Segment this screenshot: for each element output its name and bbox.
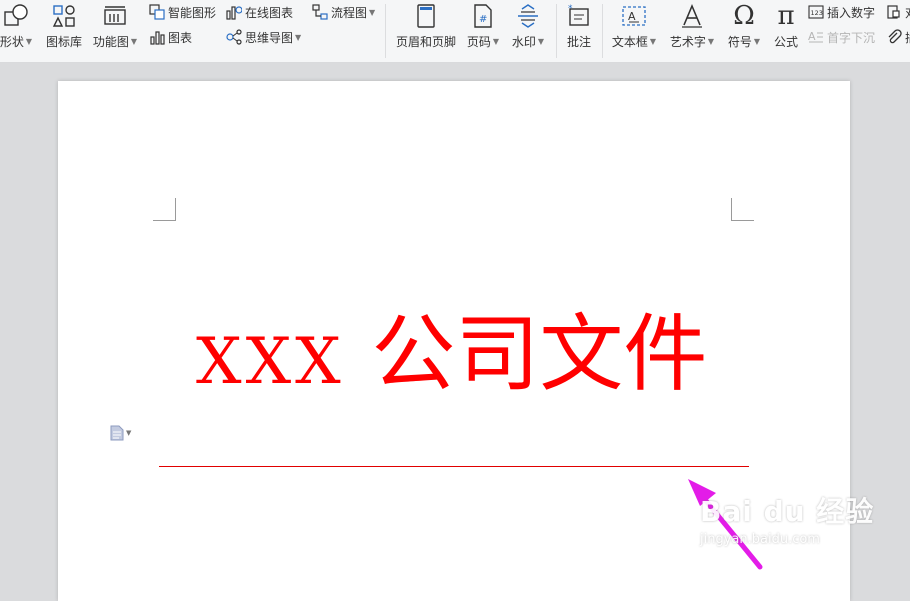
chevron-down-icon: ▼: [295, 32, 302, 42]
icon-library-icon: [50, 2, 78, 30]
insert-number-icon: 123: [807, 3, 825, 21]
flowchart-icon: [311, 3, 329, 21]
title-cjk: 公司文件: [371, 305, 708, 403]
shape-button[interactable]: 形状 ▼: [0, 2, 34, 52]
comment-button[interactable]: * 批注: [564, 2, 594, 52]
document-icon: [110, 425, 124, 441]
mind-map-button[interactable]: 思维导图 ▼: [225, 27, 301, 47]
bar-chart-icon: [148, 28, 166, 46]
online-chart-icon: [225, 3, 243, 21]
formula-label: 公式: [773, 35, 798, 49]
comment-label: 批注: [566, 35, 591, 49]
margin-corner-top-left: [153, 198, 176, 221]
drop-cap-icon: A: [807, 28, 825, 46]
mind-map-label: 思维导图: [245, 30, 294, 45]
watermark-button[interactable]: 水印 ▼: [510, 2, 546, 52]
shape-label: 形状: [0, 35, 24, 49]
object-button[interactable]: 对: [885, 2, 910, 22]
chevron-down-icon: ▼: [25, 37, 33, 46]
watermark-url: jingyan.baidu.com: [700, 532, 820, 547]
attachment-button[interactable]: 插: [885, 27, 910, 47]
online-chart-label: 在线图表: [245, 5, 294, 20]
flowchart-button[interactable]: 流程图 ▼: [311, 2, 375, 22]
function-chart-icon: [101, 2, 129, 30]
svg-text:A: A: [808, 30, 816, 43]
divider: [602, 4, 603, 58]
svg-text:*: *: [568, 4, 573, 14]
document-title[interactable]: XXX 公司文件: [196, 299, 756, 409]
margin-corner-top-right: [731, 198, 754, 221]
symbol-label: 符号: [727, 35, 752, 49]
textbox-label: 文本框: [611, 35, 648, 49]
drop-cap-label: 首字下沉: [827, 30, 876, 45]
header-footer-label: 页眉和页脚: [395, 35, 456, 49]
textbox-icon: A: [620, 2, 648, 30]
function-chart-label: 功能图: [92, 35, 129, 49]
wordart-button[interactable]: 艺术字 ▼: [666, 2, 718, 52]
attachment-label: 插: [905, 29, 910, 46]
drop-cap-button[interactable]: A 首字下沉: [807, 27, 875, 47]
watermark-brand: Bai du 经验: [700, 495, 875, 528]
comment-icon: *: [565, 2, 593, 30]
ribbon-toolbar: 形状▼ 图标库 功能图▼ 智能图形 图表 在线图表 思维导图▼ 流程图▼: [0, 0, 910, 63]
page-number-label: 页码: [466, 35, 491, 49]
page-number-button[interactable]: # 页码 ▼: [466, 2, 500, 52]
title-latin: XXX: [196, 325, 345, 399]
watermark-icon: [514, 2, 542, 30]
chevron-down-icon: ▼: [707, 37, 715, 46]
chevron-down-icon: ▼: [753, 37, 761, 46]
function-chart-button[interactable]: 功能图 ▼: [92, 2, 138, 52]
header-footer-icon: [412, 2, 440, 30]
symbol-button[interactable]: Ω 符号 ▼: [726, 1, 762, 52]
watermark-label: 水印: [511, 35, 536, 49]
red-header-rule: [159, 466, 749, 467]
header-footer-button[interactable]: 页眉和页脚: [394, 2, 458, 52]
chevron-down-icon: ▼: [537, 37, 545, 46]
chart-button[interactable]: 图表: [148, 27, 192, 47]
chevron-down-icon: ▼: [369, 7, 376, 17]
smart-shape-label: 智能图形: [168, 5, 217, 20]
divider: [556, 4, 557, 58]
pi-icon: π: [777, 1, 795, 31]
smart-shape-button[interactable]: 智能图形: [148, 2, 216, 22]
omega-icon: Ω: [733, 1, 755, 31]
chevron-down-icon: ▼: [130, 37, 138, 46]
svg-text:A: A: [628, 10, 636, 23]
icon-library-label: 图标库: [45, 35, 82, 49]
wordart-label: 艺术字: [669, 35, 706, 49]
formula-button[interactable]: π 公式: [770, 1, 802, 52]
textbox-button[interactable]: A 文本框 ▼: [610, 2, 658, 52]
page-number-icon: #: [469, 2, 497, 30]
chevron-down-icon: ▼: [126, 429, 132, 437]
object-label: 对: [905, 4, 910, 21]
paragraph-layout-button[interactable]: ▼: [110, 425, 131, 441]
svg-text:#: #: [479, 14, 487, 25]
svg-text:123: 123: [811, 9, 823, 17]
chart-label: 图表: [168, 30, 193, 45]
chevron-down-icon: ▼: [649, 37, 657, 46]
object-icon: [885, 3, 903, 21]
divider: [385, 4, 386, 58]
smart-shape-icon: [148, 3, 166, 21]
flowchart-label: 流程图: [331, 5, 368, 20]
wordart-icon: [678, 2, 706, 30]
mind-map-icon: [225, 28, 243, 46]
paperclip-icon: [885, 28, 903, 46]
chevron-down-icon: ▼: [492, 37, 500, 46]
insert-number-button[interactable]: 123 插入数字: [807, 2, 875, 22]
baidu-watermark: Bai du 经验 jingyan.baidu.com: [700, 490, 900, 560]
shape-icon: [2, 2, 30, 30]
insert-number-label: 插入数字: [827, 5, 876, 20]
online-chart-button[interactable]: 在线图表: [225, 2, 293, 22]
icon-library-button[interactable]: 图标库: [44, 2, 84, 52]
